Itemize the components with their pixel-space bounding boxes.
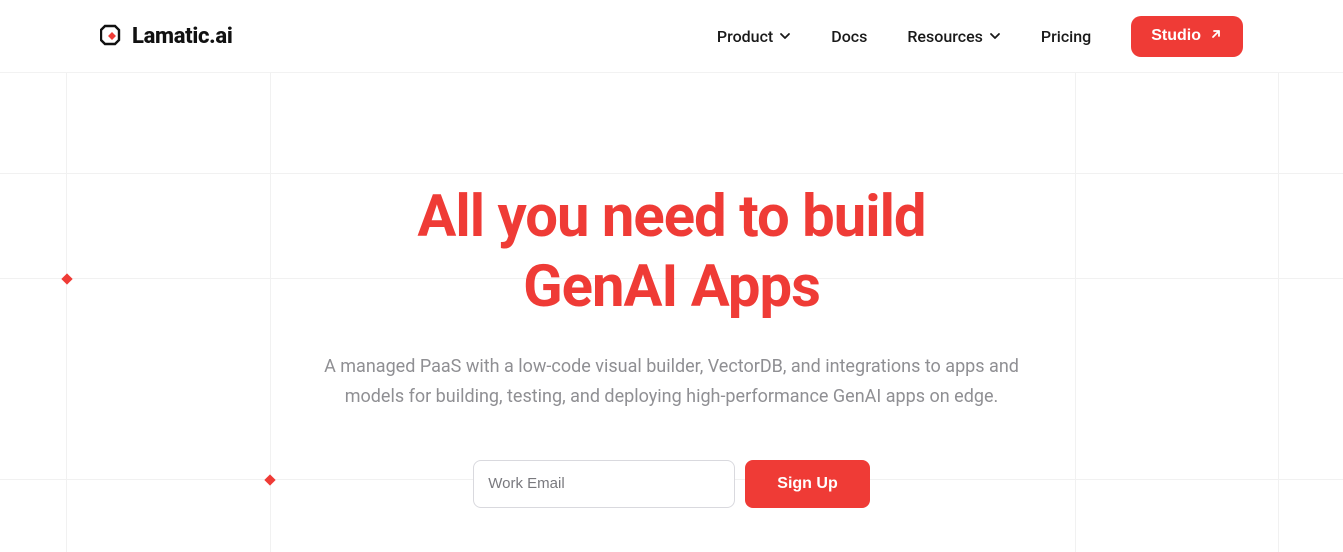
signup-row: Sign Up [0, 460, 1343, 508]
hero-title-line2: GenAI Apps [523, 253, 820, 321]
nav-product-label: Product [717, 27, 773, 46]
nav-resources[interactable]: Resources [907, 27, 1001, 46]
studio-button-label: Studio [1151, 27, 1201, 45]
chevron-down-icon [989, 27, 1001, 46]
studio-button[interactable]: Studio [1131, 16, 1243, 57]
brand-name: Lamatic.ai [132, 24, 232, 49]
hero-subtitle: A managed PaaS with a low-code visual bu… [312, 352, 1032, 411]
brand-logo-icon [100, 24, 124, 48]
brand-logo[interactable]: Lamatic.ai [100, 24, 232, 49]
nav-right: Product Docs Resources Pricing Studio [717, 16, 1243, 57]
nav-product[interactable]: Product [717, 27, 791, 46]
top-nav: Lamatic.ai Product Docs Resources Pricin… [0, 0, 1343, 73]
hero-section: All you need to build GenAI Apps A manag… [0, 73, 1343, 508]
nav-pricing-label: Pricing [1041, 27, 1091, 46]
hero-title-line1: All you need to build [417, 183, 925, 251]
nav-resources-label: Resources [907, 27, 983, 46]
nav-docs[interactable]: Docs [831, 27, 867, 46]
signup-button[interactable]: Sign Up [745, 460, 869, 508]
nav-docs-label: Docs [831, 27, 867, 46]
arrow-up-right-icon [1209, 27, 1223, 46]
email-input[interactable] [473, 460, 735, 508]
chevron-down-icon [779, 27, 791, 46]
hero-title: All you need to build GenAI Apps [0, 183, 1343, 322]
nav-pricing[interactable]: Pricing [1041, 27, 1091, 46]
